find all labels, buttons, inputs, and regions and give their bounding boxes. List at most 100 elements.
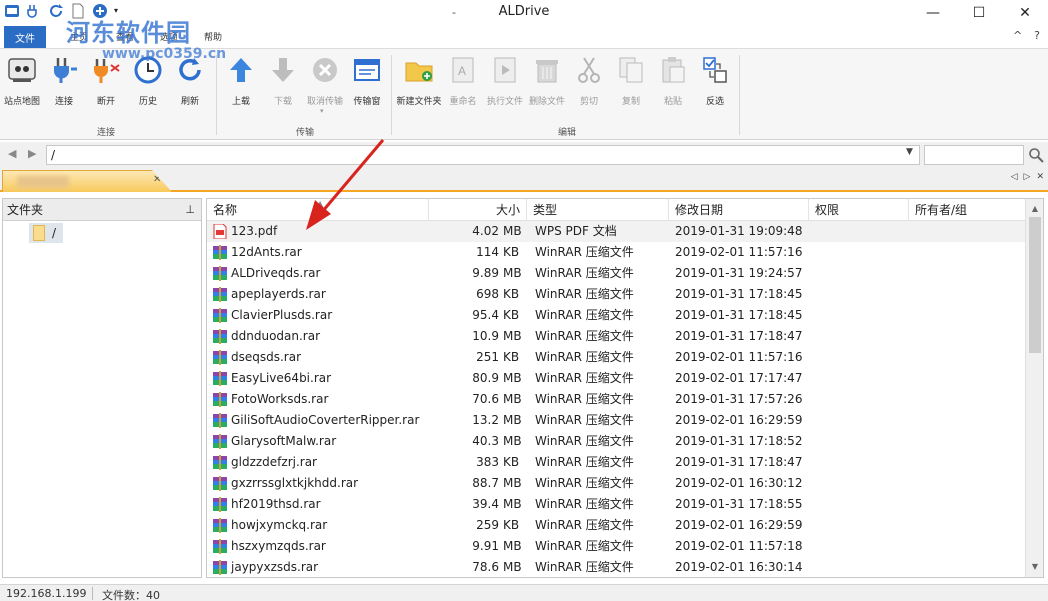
file-size-unit: MB: [503, 539, 522, 553]
rar-icon: [213, 497, 227, 512]
tab-help[interactable]: 帮助: [204, 30, 222, 43]
folder-tree-item[interactable]: /: [29, 223, 63, 243]
group-label-connect: 连接: [97, 128, 116, 138]
column-header-owner[interactable]: 所有者/组: [909, 199, 1027, 221]
file-name: howjxymckq.rar: [231, 518, 328, 532]
column-header-date[interactable]: 修改日期: [669, 199, 809, 221]
file-size: 114: [476, 245, 499, 259]
close-tab-icon[interactable]: ✕: [153, 174, 161, 185]
pin-icon[interactable]: ⊥: [185, 199, 195, 221]
search-input[interactable]: [924, 145, 1024, 165]
sort-ascending-icon: ▲: [317, 199, 324, 208]
file-size-unit: MB: [503, 329, 522, 343]
back-icon[interactable]: ◀: [8, 147, 16, 160]
file-size-unit: KB: [503, 245, 520, 259]
rar-icon: [213, 539, 227, 554]
refresh-button[interactable]: 刷新: [170, 55, 210, 107]
table-row[interactable]: EasyLive64bi.rar 80.9 MB WinRAR 压缩文件 2019-02…: [207, 368, 1027, 389]
tab-close-all-icon[interactable]: ✕: [1036, 172, 1044, 182]
column-header-permissions[interactable]: 权限: [809, 199, 909, 221]
file-size-unit: KB: [503, 455, 520, 469]
column-header-type[interactable]: 类型: [527, 199, 669, 221]
file-type: WinRAR 压缩文件: [535, 329, 634, 343]
file-type: WinRAR 压缩文件: [535, 497, 634, 511]
forward-icon[interactable]: ▶: [28, 147, 36, 160]
tab-next-icon[interactable]: ▷: [1024, 172, 1031, 182]
file-type: WinRAR 压缩文件: [535, 518, 634, 532]
table-row[interactable]: ALDriveqds.rar 9.89 MB WinRAR 压缩文件 2019-01-3…: [207, 263, 1027, 284]
transfer-window-button[interactable]: 传输窗: [347, 55, 387, 107]
file-date: 2019-02-01 11:57:16: [675, 350, 803, 364]
scroll-down-icon[interactable]: ▼: [1026, 559, 1043, 575]
vertical-scrollbar[interactable]: ▲ ▼: [1025, 199, 1043, 577]
session-tab[interactable]: ✕: [2, 170, 172, 192]
minimize-button[interactable]: —: [910, 0, 956, 26]
group-label-edit: 编辑: [558, 128, 577, 138]
file-list-header: 名称 ▲ 大小 类型 修改日期 权限 所有者/组: [207, 199, 1027, 221]
file-type: WinRAR 压缩文件: [535, 434, 634, 448]
help-icon[interactable]: ?: [1034, 29, 1040, 42]
scrollbar-thumb[interactable]: [1029, 217, 1041, 353]
table-row[interactable]: gxzrrssglxtkjkhdd.rar 88.7 MB WinRAR 压缩文件 20…: [207, 473, 1027, 494]
table-row[interactable]: howjxymckq.rar 259 KB WinRAR 压缩文件 2019-02-01…: [207, 515, 1027, 536]
tab-file[interactable]: 文件: [4, 26, 46, 48]
table-row[interactable]: FotoWorksds.rar 70.6 MB WinRAR 压缩文件 2019-01-…: [207, 389, 1027, 410]
table-row[interactable]: hf2019thsd.rar 39.4 MB WinRAR 压缩文件 2019-01-3…: [207, 494, 1027, 515]
rar-icon: [213, 413, 227, 428]
collapse-ribbon-icon[interactable]: ^: [1013, 29, 1022, 42]
rar-icon: [213, 434, 227, 449]
invert-selection-button[interactable]: 反选: [695, 55, 735, 107]
window-controls: — ☐ ✕: [910, 0, 1048, 26]
file-type: WinRAR 压缩文件: [535, 455, 634, 469]
file-size: 698: [476, 287, 499, 301]
status-ip: 192.168.1.199: [6, 587, 87, 600]
path-input[interactable]: /: [46, 145, 920, 165]
dropdown-arrow-icon[interactable]: ▾: [320, 107, 324, 115]
file-size-unit: MB: [503, 371, 522, 385]
close-button[interactable]: ✕: [1002, 0, 1048, 26]
table-row[interactable]: 123.pdf 4.02 MB WPS PDF 文档 2019-01-31 19:09:…: [207, 221, 1027, 242]
session-tab-strip: ✕ ◁ ▷ ✕: [0, 168, 1048, 192]
table-row[interactable]: ClavierPlusds.rar 95.4 KB WinRAR 压缩文件 2019-0…: [207, 305, 1027, 326]
path-dropdown-icon[interactable]: ▼: [906, 147, 913, 157]
file-size-unit: KB: [503, 308, 520, 322]
file-name: ddnduodan.rar: [231, 329, 321, 343]
tab-navigation: ◁ ▷ ✕: [1011, 172, 1044, 182]
file-name: ClavierPlusds.rar: [231, 308, 333, 322]
table-row[interactable]: 12dAnts.rar 114 KB WinRAR 压缩文件 2019-02-01 11…: [207, 242, 1027, 263]
svg-text:A: A: [458, 64, 466, 78]
column-header-size[interactable]: 大小: [429, 199, 527, 221]
ribbon-label: 反选: [705, 97, 724, 107]
rar-icon: [213, 518, 227, 533]
table-row[interactable]: apeplayerds.rar 698 KB WinRAR 压缩文件 2019-01-3…: [207, 284, 1027, 305]
watermark-url: www.pc0359.cn: [102, 46, 227, 62]
folder-pane-title: 文件夹: [7, 203, 44, 217]
folder-pane-header: 文件夹 ⊥: [3, 199, 201, 221]
table-row[interactable]: dseqsds.rar 251 KB WinRAR 压缩文件 2019-02-01 11…: [207, 347, 1027, 368]
table-row[interactable]: hszxymzqds.rar 9.91 MB WinRAR 压缩文件 2019-02-0…: [207, 536, 1027, 557]
group-label-transfer: 传输: [296, 128, 315, 138]
file-name: ALDriveqds.rar: [231, 266, 321, 280]
file-size-unit: MB: [503, 434, 522, 448]
file-date: 2019-01-31 17:18:47: [675, 329, 803, 343]
status-divider: [92, 587, 93, 600]
table-row[interactable]: GlarysoftMalw.rar 40.3 MB WinRAR 压缩文件 2019-0…: [207, 431, 1027, 452]
file-name: GiliSoftAudioCoverterRipper.rar: [231, 413, 420, 427]
file-type: WinRAR 压缩文件: [535, 245, 634, 259]
file-date: 2019-02-01 16:30:14: [675, 560, 803, 574]
ribbon-label: 传输窗: [353, 97, 381, 107]
tab-prev-icon[interactable]: ◁: [1011, 172, 1018, 182]
maximize-button[interactable]: ☐: [956, 0, 1002, 26]
column-header-label: 名称: [213, 203, 238, 217]
table-row[interactable]: gldzzdefzrj.rar 383 KB WinRAR 压缩文件 2019-01-3…: [207, 452, 1027, 473]
file-date: 2019-01-31 17:57:26: [675, 392, 803, 406]
search-icon[interactable]: [1028, 147, 1044, 163]
scroll-up-icon[interactable]: ▲: [1026, 201, 1043, 217]
table-row[interactable]: GiliSoftAudioCoverterRipper.rar 13.2 MB Win…: [207, 410, 1027, 431]
file-type: WinRAR 压缩文件: [535, 476, 634, 490]
column-header-name[interactable]: 名称 ▲: [207, 199, 429, 221]
table-row[interactable]: ddnduodan.rar 10.9 MB WinRAR 压缩文件 2019-01-31…: [207, 326, 1027, 347]
table-row[interactable]: jaypyxzsds.rar 78.6 MB WinRAR 压缩文件 2019-02-0…: [207, 557, 1027, 577]
rar-icon: [213, 308, 227, 323]
pdf-icon: [213, 224, 227, 239]
